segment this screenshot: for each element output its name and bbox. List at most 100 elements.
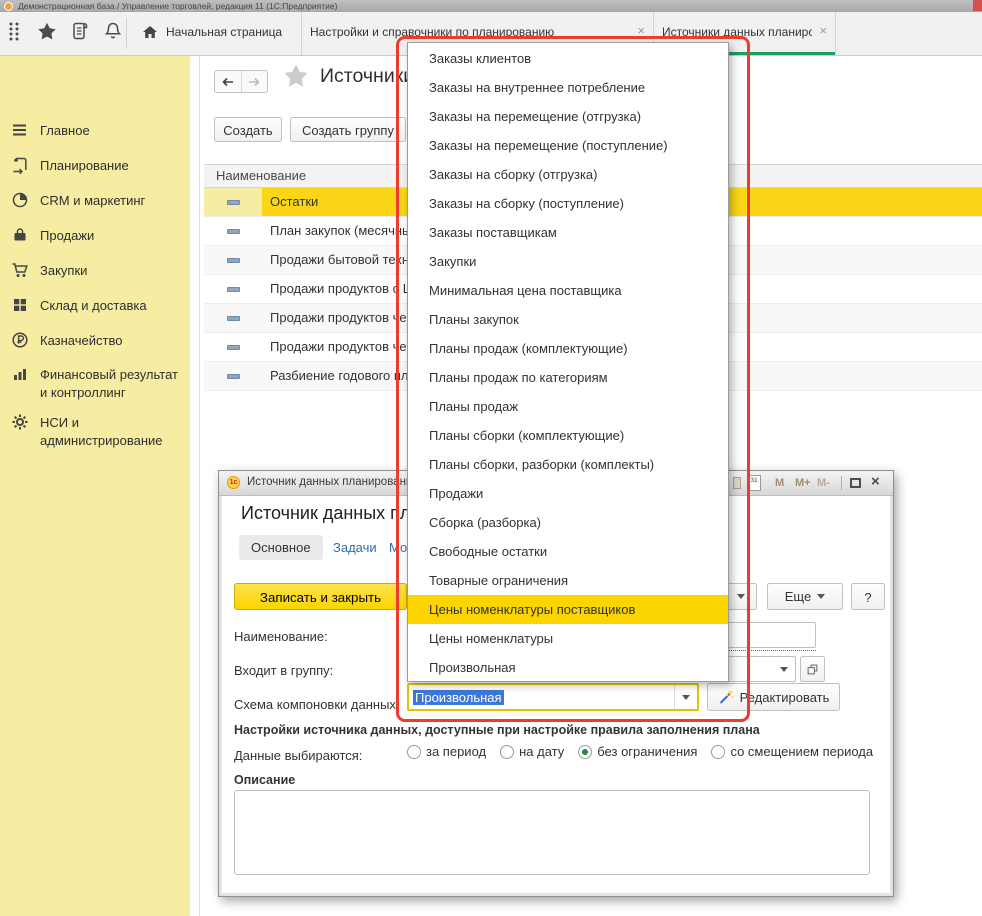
dropdown-item[interactable]: Заказы на сборку (поступление)	[408, 189, 728, 218]
help-button[interactable]: ?	[851, 583, 885, 610]
window-close-button[interactable]	[973, 0, 982, 11]
data-source-icon	[204, 362, 262, 390]
more-button[interactable]: Еще	[767, 583, 843, 610]
calendar-icon[interactable]: 31	[747, 475, 761, 491]
dropdown-item[interactable]: Планы сборки (комплектующие)	[408, 421, 728, 450]
dropdown-item[interactable]: Минимальная цена поставщика	[408, 276, 728, 305]
radio-option[interactable]: на дату	[500, 744, 564, 759]
sidebar-item-label: CRM и маркетинг	[40, 192, 188, 210]
radio-group-label: Данные выбираются:	[234, 748, 362, 763]
dialog-tab-tasks[interactable]: Задачи	[333, 540, 377, 555]
content-divider	[199, 56, 200, 916]
dropdown-item[interactable]: Заказы на перемещение (поступление)	[408, 131, 728, 160]
data-source-icon	[204, 333, 262, 361]
planning-icon	[11, 156, 29, 174]
dialog-close-button[interactable]: ×	[871, 473, 880, 490]
dropdown-item[interactable]: Заказы на сборку (отгрузка)	[408, 160, 728, 189]
radio-button-icon[interactable]	[407, 745, 421, 759]
radio-button-icon[interactable]	[711, 745, 725, 759]
radio-option[interactable]: за период	[407, 744, 486, 759]
dialog-tab-main[interactable]: Основное	[239, 535, 323, 560]
row-name: Продажи бытовой техники	[270, 246, 429, 273]
create-group-button[interactable]: Создать группу	[290, 117, 406, 142]
dropdown-item[interactable]: Заказы клиентов	[408, 44, 728, 73]
dropdown-item[interactable]: Цены номенклатуры	[408, 624, 728, 653]
tab-settings-label: Настройки и справочники по планированию	[310, 25, 554, 39]
dropdown-item[interactable]: Сборка (разборка)	[408, 508, 728, 537]
toolbar-divider	[126, 18, 127, 49]
dropdown-item[interactable]: Планы продаж	[408, 392, 728, 421]
row-name: Продажи продуктов с Ц	[270, 275, 412, 302]
data-source-icon	[204, 188, 262, 216]
history-icon[interactable]	[70, 21, 90, 41]
save-and-close-button[interactable]: Записать и закрыть	[234, 583, 407, 610]
dropdown-item[interactable]: Заказы на внутреннее потребление	[408, 73, 728, 102]
radio-option[interactable]: со смещением периода	[711, 744, 873, 759]
radio-option-label: без ограничения	[597, 744, 697, 759]
tab-home-label: Начальная страница	[166, 25, 282, 39]
back-button[interactable]	[215, 71, 241, 92]
dialog-1c-logo-icon: 1с	[227, 476, 240, 489]
menu-bars-icon	[11, 121, 29, 139]
edit-schema-button[interactable]: Редактировать	[707, 683, 840, 711]
radio-option[interactable]: без ограничения	[578, 744, 697, 759]
schema-dropdown-list: Заказы клиентовЗаказы на внутреннее потр…	[407, 42, 729, 682]
dialog-scale-button-mminus[interactable]: M-	[817, 477, 830, 489]
purchases-cart-icon	[11, 261, 29, 279]
dropdown-item[interactable]: Произвольная	[408, 653, 728, 682]
tab-sources-close-icon[interactable]: ×	[819, 24, 827, 37]
sidebar: ГлавноеПланированиеCRM и маркетингПродаж…	[0, 56, 190, 916]
favorites-star-icon[interactable]	[37, 21, 57, 41]
sidebar-item-label: Закупки	[40, 262, 188, 280]
dialog-scale-button-m[interactable]: M	[775, 477, 784, 489]
dropdown-item[interactable]: Планы продаж (комплектующие)	[408, 334, 728, 363]
description-label: Описание	[234, 773, 295, 787]
description-textarea[interactable]	[234, 790, 870, 875]
dropdown-item[interactable]: Планы закупок	[408, 305, 728, 334]
create-button[interactable]: Создать	[214, 117, 282, 142]
sidebar-item-label: Главное	[40, 122, 188, 140]
tab-home[interactable]: Начальная страница	[132, 12, 302, 55]
dialog-scale-button-mplus[interactable]: M+	[795, 477, 811, 489]
dropdown-item[interactable]: Продажи	[408, 479, 728, 508]
schema-combobox[interactable]: Произвольная	[407, 683, 699, 711]
magic-wand-icon	[718, 689, 734, 705]
dialog-maximize-button[interactable]	[850, 478, 861, 488]
schema-combobox-arrow[interactable]	[674, 685, 697, 709]
dropdown-item[interactable]: Цены номенклатуры поставщиков	[408, 595, 728, 624]
schema-combobox-value: Произвольная	[413, 690, 504, 705]
dropdown-item[interactable]: Планы продаж по категориям	[408, 363, 728, 392]
name-field-label: Наименование:	[234, 629, 328, 644]
notifications-bell-icon[interactable]	[103, 21, 123, 41]
split-button-stub[interactable]	[725, 583, 757, 610]
dropdown-item[interactable]: Планы сборки, разборки (комплекты)	[408, 450, 728, 479]
settings-section-header: Настройки источника данных, доступные пр…	[234, 723, 760, 737]
calendar-icon-number: 31	[748, 476, 760, 485]
warehouse-icon	[11, 296, 29, 314]
favorite-star-icon[interactable]	[283, 63, 309, 88]
sidebar-item-label: Финансовый результат и контроллинг	[40, 366, 188, 401]
titlebar-icon-stub[interactable]	[733, 477, 741, 489]
dropdown-item[interactable]: Заказы на перемещение (отгрузка)	[408, 102, 728, 131]
window-title: Демонстрационная база / Управление торго…	[18, 1, 338, 11]
sidebar-item-label: Склад и доставка	[40, 297, 188, 315]
dropdown-item[interactable]: Заказы поставщикам	[408, 218, 728, 247]
chevron-down-icon[interactable]	[780, 667, 788, 672]
sidebar-item-label: Продажи	[40, 227, 188, 245]
schema-field-label: Схема компоновки данных:	[234, 697, 400, 712]
dropdown-item[interactable]: Свободные остатки	[408, 537, 728, 566]
more-button-label: Еще	[785, 589, 811, 604]
apps-grid-icon[interactable]	[4, 21, 24, 41]
chevron-down-icon	[737, 594, 745, 599]
row-name: Продажи продуктов через	[270, 333, 427, 360]
dropdown-item[interactable]: Товарные ограничения	[408, 566, 728, 595]
tab-settings-close-icon[interactable]: ×	[637, 24, 645, 37]
edit-schema-button-label: Редактировать	[740, 690, 830, 705]
history-nav-group	[214, 70, 268, 93]
data-source-icon	[204, 304, 262, 332]
forward-button[interactable]	[241, 71, 268, 92]
radio-button-icon[interactable]	[578, 745, 592, 759]
radio-button-icon[interactable]	[500, 745, 514, 759]
open-group-button[interactable]	[800, 656, 825, 682]
dropdown-item[interactable]: Закупки	[408, 247, 728, 276]
